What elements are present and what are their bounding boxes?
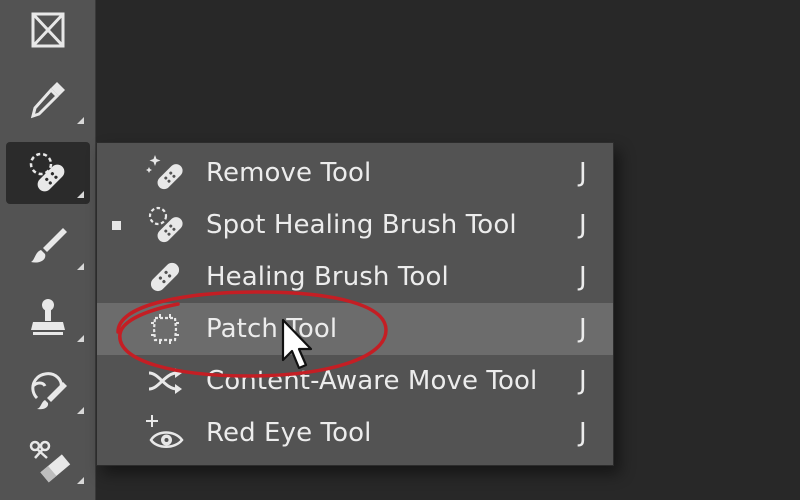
menu-item-label: Healing Brush Tool xyxy=(206,262,449,292)
frame-tool-button[interactable] xyxy=(6,0,90,62)
menu-item-shortcut: J xyxy=(579,158,587,188)
menu-item-label: Red Eye Tool xyxy=(206,418,372,448)
submenu-indicator xyxy=(77,477,84,484)
menu-item-label: Patch Tool xyxy=(206,314,338,344)
menu-item-patch-tool[interactable]: Patch Tool J xyxy=(97,303,613,355)
submenu-indicator xyxy=(77,191,84,198)
spot-healing-tool-button[interactable] xyxy=(6,142,90,204)
healing-brush-icon xyxy=(145,257,185,297)
healing-tools-flyout-menu: Remove Tool J Spot Healing Brush Tool J xyxy=(96,142,614,466)
menu-item-label: Remove Tool xyxy=(206,158,372,188)
frame-icon xyxy=(31,12,65,48)
menu-item-remove-tool[interactable]: Remove Tool J xyxy=(97,147,613,199)
eraser-tool-button[interactable] xyxy=(6,428,90,490)
remove-tool-icon xyxy=(145,153,185,193)
history-brush-tool-button[interactable] xyxy=(6,358,90,420)
submenu-indicator xyxy=(77,117,84,124)
menu-item-shortcut: J xyxy=(579,314,587,344)
clone-stamp-tool-button[interactable] xyxy=(6,286,90,348)
history-brush-icon xyxy=(31,372,67,410)
menu-item-shortcut: J xyxy=(579,418,587,448)
menu-item-label: Spot Healing Brush Tool xyxy=(206,210,517,240)
spot-healing-brush-icon xyxy=(29,152,65,192)
eyedropper-tool-button[interactable] xyxy=(6,68,90,130)
red-eye-icon xyxy=(145,413,185,453)
content-aware-move-icon xyxy=(145,361,185,401)
submenu-indicator xyxy=(77,263,84,270)
menu-item-healing-brush-tool[interactable]: Healing Brush Tool J xyxy=(97,251,613,303)
menu-item-shortcut: J xyxy=(579,210,587,240)
brush-tool-button[interactable] xyxy=(6,214,90,276)
eraser-icon xyxy=(29,440,71,483)
brush-icon xyxy=(31,228,67,263)
eyedropper-icon xyxy=(30,82,65,119)
spot-healing-brush-icon xyxy=(145,205,185,245)
menu-item-red-eye-tool[interactable]: Red Eye Tool J xyxy=(97,407,613,459)
menu-item-content-aware-move-tool[interactable]: Content-Aware Move Tool J xyxy=(97,355,613,407)
menu-item-shortcut: J xyxy=(579,366,587,396)
patch-tool-icon xyxy=(145,309,185,349)
menu-item-spot-healing-brush-tool[interactable]: Spot Healing Brush Tool J xyxy=(97,199,613,251)
menu-item-shortcut: J xyxy=(579,262,587,292)
submenu-indicator xyxy=(77,407,84,414)
submenu-indicator xyxy=(77,335,84,342)
clone-stamp-icon xyxy=(31,299,65,335)
current-tool-indicator xyxy=(112,220,121,230)
tools-panel xyxy=(0,0,96,500)
menu-item-label: Content-Aware Move Tool xyxy=(206,366,538,396)
